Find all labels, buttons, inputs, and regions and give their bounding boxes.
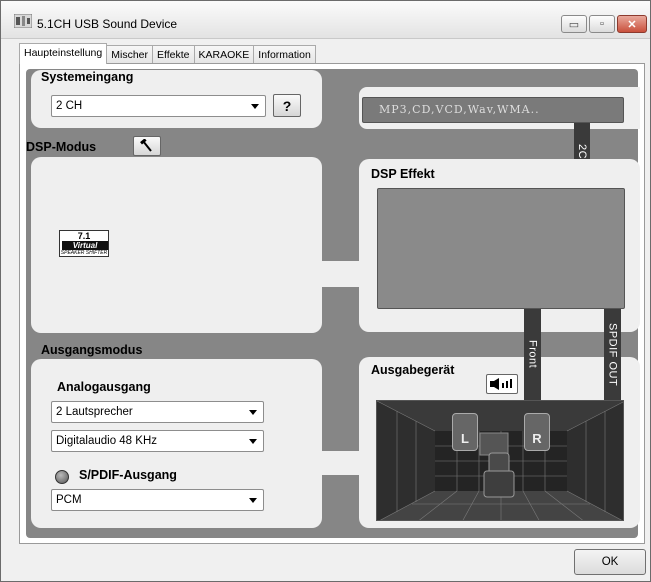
speaker-room-view: L R bbox=[376, 400, 624, 521]
tab-strip: Haupteinstellung Mischer Effekte KARAOKE… bbox=[19, 43, 316, 64]
chevron-down-icon bbox=[249, 410, 257, 415]
maximize-icon: ▫ bbox=[600, 18, 604, 30]
output-mode-title: Ausgangsmodus bbox=[41, 343, 143, 357]
ok-button[interactable]: OK bbox=[574, 549, 646, 575]
speaker-test-button[interactable] bbox=[486, 374, 518, 394]
tab-haupteinstellung[interactable]: Haupteinstellung bbox=[19, 43, 108, 64]
system-input-title: Systemeingang bbox=[41, 70, 134, 84]
tab-karaoke[interactable]: KARAOKE bbox=[193, 45, 255, 64]
speaker-right[interactable]: R bbox=[524, 413, 550, 451]
main-window: 5.1CH USB Sound Device ▭ ▫ ✕ Haupteinste… bbox=[0, 0, 651, 582]
help-icon: ? bbox=[282, 97, 292, 114]
system-input-value: 2 CH bbox=[56, 100, 83, 112]
system-input-select[interactable]: 2 CH bbox=[51, 95, 266, 117]
dsp-effect-title: DSP Effekt bbox=[371, 167, 435, 181]
dsp-effect-display bbox=[377, 188, 625, 309]
dsp-link bbox=[322, 261, 362, 287]
virtual-71-logo[interactable]: 7.1 Virtual SPEAKER SHIFTER bbox=[59, 230, 109, 257]
tab-information[interactable]: Information bbox=[253, 45, 316, 64]
input-formats-display: MP3,CD,VCD,Wav,WMA.. bbox=[362, 97, 624, 123]
digital-audio-select[interactable]: Digitalaudio 48 KHz bbox=[51, 430, 264, 452]
speaker-app-icon bbox=[14, 14, 32, 28]
spdif-toggle-icon[interactable] bbox=[55, 470, 69, 484]
maximize-button[interactable]: ▫ bbox=[589, 15, 615, 33]
minimize-button[interactable]: ▭ bbox=[561, 15, 587, 33]
room-grid-graphic bbox=[377, 401, 623, 520]
spdif-output-title: S/PDIF-Ausgang bbox=[79, 468, 177, 482]
minimize-icon: ▭ bbox=[568, 18, 580, 31]
speaker-left[interactable]: L bbox=[452, 413, 478, 451]
speakers-select[interactable]: 2 Lautsprecher bbox=[51, 401, 264, 423]
chevron-down-icon bbox=[249, 439, 257, 444]
front-signal-bar: Front bbox=[524, 309, 541, 400]
close-icon: ✕ bbox=[627, 18, 637, 31]
close-button[interactable]: ✕ bbox=[617, 15, 647, 33]
window-title: 5.1CH USB Sound Device bbox=[37, 17, 178, 31]
output-device-title: Ausgabegerät bbox=[371, 363, 455, 377]
dsp-mode-title: DSP-Modus bbox=[26, 140, 97, 154]
chevron-down-icon bbox=[249, 498, 257, 503]
hammer-icon bbox=[140, 139, 152, 152]
speaker-level-icon bbox=[490, 378, 512, 390]
pcm-select[interactable]: PCM bbox=[51, 489, 264, 511]
tab-mischer[interactable]: Mischer bbox=[106, 45, 153, 64]
analog-output-title: Analogausgang bbox=[57, 380, 151, 394]
spdif-out-signal-bar: SPDIF OUT bbox=[604, 309, 621, 400]
help-button[interactable]: ? bbox=[273, 94, 301, 117]
dsp-mode-tool-button[interactable] bbox=[133, 136, 161, 156]
title-bar[interactable]: 5.1CH USB Sound Device ▭ ▫ ✕ bbox=[1, 1, 650, 39]
tab-effekte[interactable]: Effekte bbox=[152, 45, 195, 64]
output-link bbox=[322, 451, 362, 475]
chevron-down-icon bbox=[251, 104, 259, 109]
